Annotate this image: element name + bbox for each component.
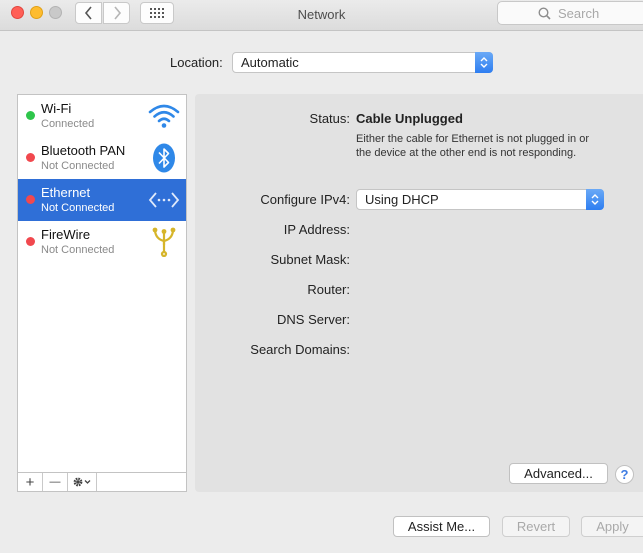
assist-label: Assist Me... — [407, 519, 476, 534]
configure-ipv4-popup[interactable]: Using DHCP — [356, 189, 604, 210]
remove-service-button[interactable]: — — [43, 473, 68, 491]
service-list-toolbar: + — — [17, 472, 187, 492]
service-name: Ethernet — [41, 185, 91, 200]
search-domains-label: Search Domains: — [250, 342, 350, 357]
search-placeholder: Search — [558, 5, 600, 21]
service-name: Wi-Fi — [41, 101, 72, 116]
location-label: Location: — [170, 55, 223, 70]
advanced-button[interactable]: Advanced... — [509, 463, 608, 484]
add-service-button[interactable]: + — [18, 473, 43, 491]
location-value: Automatic — [241, 55, 299, 70]
status-dot — [26, 111, 35, 120]
service-status: Not Connected — [41, 244, 115, 256]
subnet-mask-label: Subnet Mask: — [270, 252, 351, 267]
revert-button[interactable]: Revert — [502, 516, 570, 537]
remove-label: — — [49, 476, 61, 488]
popup-arrows-icon — [475, 52, 493, 73]
search-icon — [538, 7, 551, 20]
status-value: Cable Unplugged — [356, 111, 463, 126]
service-item-wifi[interactable]: Wi-Fi Connected — [18, 95, 186, 137]
configure-ipv4-label: Configure IPv4: — [260, 192, 350, 207]
help-button[interactable]: ? — [615, 465, 634, 484]
service-item-bluetooth-pan[interactable]: Bluetooth PAN Not Connected — [18, 137, 186, 179]
apply-button[interactable]: Apply — [581, 516, 643, 537]
gear-icon — [73, 477, 91, 487]
wifi-icon — [148, 104, 180, 128]
action-menu-button[interactable] — [68, 473, 97, 491]
bluetooth-icon — [153, 143, 175, 173]
location-popup[interactable]: Automatic — [232, 52, 493, 73]
assist-me-button[interactable]: Assist Me... — [393, 516, 490, 537]
service-name: FireWire — [41, 227, 91, 242]
service-status: Not Connected — [41, 160, 115, 172]
service-list: Wi-Fi Connected Bluetooth PAN Not Connec… — [17, 94, 187, 473]
service-item-firewire[interactable]: FireWire Not Connected — [18, 221, 186, 263]
revert-label: Revert — [516, 519, 556, 534]
dns-server-label: DNS Server: — [277, 312, 350, 327]
service-status: Not Connected — [41, 202, 115, 214]
add-label: + — [25, 473, 35, 491]
help-label: ? — [620, 467, 629, 482]
status-dot — [26, 237, 35, 246]
configure-ipv4-value: Using DHCP — [365, 192, 439, 207]
ip-address-label: IP Address: — [283, 222, 350, 237]
service-status: Connected — [41, 118, 95, 130]
router-label: Router: — [307, 282, 350, 297]
advanced-label: Advanced... — [524, 466, 593, 481]
popup-arrows-icon — [586, 189, 604, 210]
status-description: Either the cable for Ethernet is not plu… — [356, 133, 589, 159]
status-dot — [26, 195, 35, 204]
status-dot — [26, 153, 35, 162]
search-field[interactable]: Search — [497, 1, 643, 25]
service-item-ethernet[interactable]: Ethernet Not Connected — [18, 179, 186, 221]
status-label: Status: — [309, 111, 350, 126]
firewire-icon — [152, 227, 176, 257]
ethernet-icon — [148, 192, 180, 208]
title-bar: Network Search — [0, 0, 643, 31]
apply-label: Apply — [596, 519, 629, 534]
service-name: Bluetooth PAN — [41, 143, 126, 158]
